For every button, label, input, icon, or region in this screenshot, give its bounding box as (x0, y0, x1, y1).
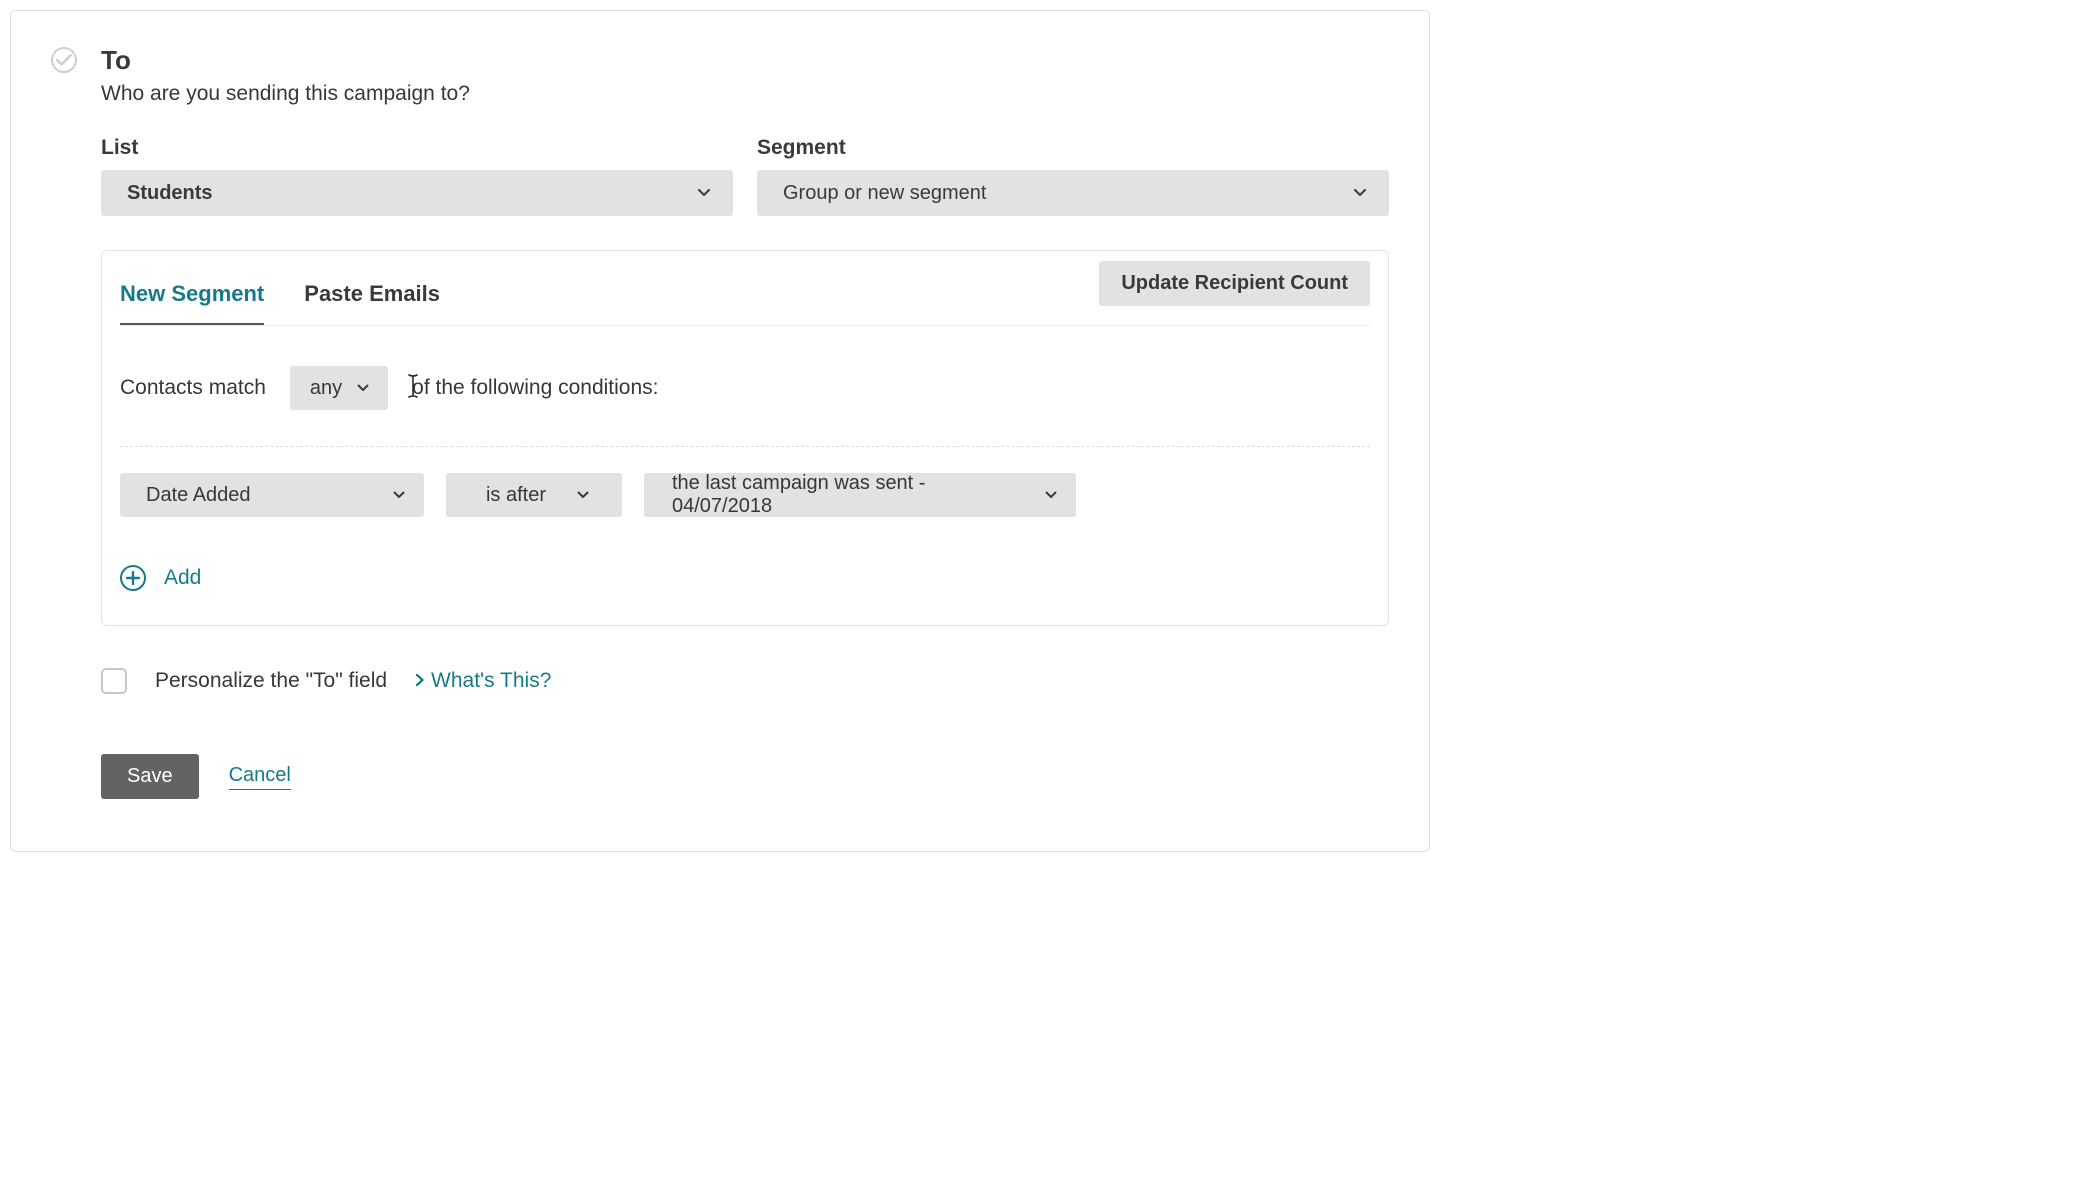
whats-this-label: What's This? (431, 669, 551, 693)
chevron-right-icon (415, 669, 425, 693)
tab-new-segment[interactable]: New Segment (120, 281, 264, 325)
chevron-down-icon (1353, 186, 1367, 200)
plus-circle-icon (120, 565, 146, 591)
condition-operator-value: is after (486, 484, 546, 507)
condition-operator-select[interactable]: is after (446, 473, 622, 517)
cancel-link[interactable]: Cancel (229, 764, 291, 790)
list-select[interactable]: Students (101, 170, 733, 216)
section-title: To (101, 45, 470, 76)
match-prefix-text: Contacts match (120, 376, 266, 400)
condition-field-value: Date Added (146, 484, 251, 507)
condition-value-select[interactable]: the last campaign was sent - 04/07/2018 (644, 473, 1076, 517)
list-select-value: Students (127, 182, 213, 205)
step-complete-icon (51, 47, 77, 73)
chevron-down-icon (356, 381, 370, 395)
personalize-label: Personalize the "To" field (155, 669, 387, 693)
whats-this-link[interactable]: What's This? (415, 669, 551, 693)
segment-select-value: Group or new segment (783, 182, 986, 205)
personalize-checkbox[interactable] (101, 668, 127, 694)
segment-select[interactable]: Group or new segment (757, 170, 1389, 216)
match-mode-select[interactable]: any (290, 366, 388, 410)
chevron-down-icon (697, 186, 711, 200)
condition-row: Date Added is after the last campaign wa… (120, 473, 1370, 517)
match-suffix-text: of the following conditions: (412, 376, 658, 399)
tab-paste-emails[interactable]: Paste Emails (304, 281, 440, 325)
add-condition-button[interactable]: Add (120, 565, 1370, 591)
chevron-down-icon (392, 488, 406, 502)
condition-value-text: the last campaign was sent - 04/07/2018 (672, 472, 1024, 518)
list-label: List (101, 136, 733, 160)
condition-field-select[interactable]: Date Added (120, 473, 424, 517)
chevron-down-icon (576, 488, 590, 502)
save-button[interactable]: Save (101, 754, 199, 799)
update-recipient-count-button[interactable]: Update Recipient Count (1099, 261, 1370, 306)
to-section-card: To Who are you sending this campaign to?… (10, 10, 1430, 852)
add-condition-label: Add (164, 566, 201, 590)
segment-builder-panel: Update Recipient Count New Segment Paste… (101, 250, 1389, 626)
chevron-down-icon (1044, 488, 1058, 502)
section-subtitle: Who are you sending this campaign to? (101, 82, 470, 106)
segment-label: Segment (757, 136, 1389, 160)
match-mode-value: any (310, 377, 342, 400)
